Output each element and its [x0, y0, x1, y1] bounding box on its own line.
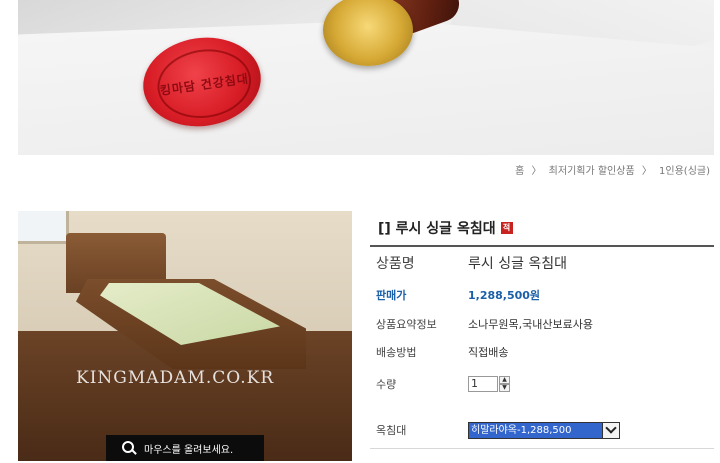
row-product-name: 상품명 루시 싱글 옥침대 — [370, 251, 714, 275]
value-summary: 소나무원목,국내산보료사용 — [468, 318, 593, 331]
magnifier-icon — [122, 441, 136, 455]
label-summary: 상품요약정보 — [376, 318, 437, 331]
option-selected-value: 히말라야옥-1,288,500 — [469, 422, 602, 438]
product-image[interactable]: KINGMADAM.CO.KR 마우스를 올려보세요. — [18, 211, 352, 461]
product-title-row: [] 루시 싱글 옥침대 적 — [370, 211, 714, 247]
info-bottom-divider — [370, 448, 714, 449]
value-price: 1,288,500원 — [468, 289, 541, 302]
quantity-stepper[interactable]: ▲ ▼ — [499, 376, 510, 392]
row-price: 판매가 1,288,500원 — [370, 284, 714, 306]
value-product-name: 루시 싱글 옥침대 — [468, 256, 568, 272]
zoom-hint-text: 마우스를 올려보세요. — [144, 444, 234, 456]
breadcrumb: 홈 〉 최저기획가 할인상품 〉 1인용(싱글) — [513, 162, 712, 177]
watermark: KINGMADAM.CO.KR — [76, 368, 275, 388]
row-shipping: 배송방법 직접배송 — [370, 341, 714, 363]
row-quantity: 수량 1 ▲ ▼ — [370, 373, 714, 395]
breadcrumb-separator: 〉 — [531, 166, 542, 177]
photo-window — [18, 211, 69, 244]
breadcrumb-category[interactable]: 최저기획가 할인상품 — [549, 166, 635, 177]
row-option: 옥침대 히말라야옥-1,288,500 — [370, 419, 714, 441]
label-quantity: 수량 — [376, 378, 397, 391]
decrease-icon[interactable]: ▼ — [499, 384, 510, 392]
value-shipping: 직접배송 — [468, 346, 509, 359]
promo-banner: 킹마담 건강침대 — [18, 0, 714, 155]
row-summary: 상품요약정보 소나무원목,국내산보료사용 — [370, 313, 714, 335]
quantity-input[interactable]: 1 — [468, 376, 498, 392]
label-product-name: 상품명 — [376, 256, 415, 272]
breadcrumb-separator: 〉 — [641, 166, 652, 177]
quantity-control: 1 ▲ ▼ — [468, 376, 510, 392]
label-price: 판매가 — [376, 289, 407, 302]
product-info-panel: [] 루시 싱글 옥침대 적 상품명 루시 싱글 옥침대 판매가 1,288,5… — [370, 211, 714, 439]
product-title: [] 루시 싱글 옥침대 — [378, 221, 496, 237]
option-select[interactable]: 히말라야옥-1,288,500 — [468, 421, 620, 439]
breadcrumb-current[interactable]: 1인용(싱글) — [659, 166, 710, 177]
point-badge-icon: 적 — [500, 222, 513, 234]
increase-icon[interactable]: ▲ — [499, 376, 510, 384]
breadcrumb-home[interactable]: 홈 — [515, 166, 524, 177]
label-option: 옥침대 — [376, 424, 407, 437]
zoom-hint-bar[interactable]: 마우스를 올려보세요. — [106, 435, 264, 461]
wax-seal-text: 킹마담 건강침대 — [152, 43, 256, 124]
chevron-down-icon[interactable] — [602, 422, 619, 438]
label-shipping: 배송방법 — [376, 346, 417, 359]
